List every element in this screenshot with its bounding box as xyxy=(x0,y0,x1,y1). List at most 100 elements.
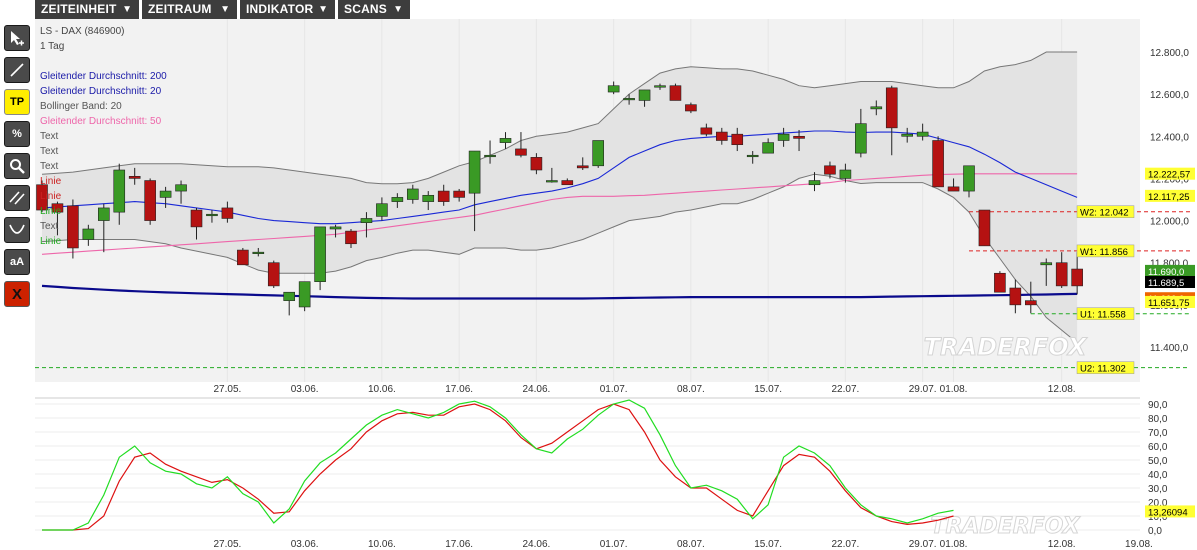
x-tick-label: 17.06. xyxy=(445,384,473,395)
chart-title: LS - DAX (846900) xyxy=(40,26,125,37)
candle-body xyxy=(777,133,790,141)
candle-body xyxy=(175,184,187,192)
candle-body xyxy=(824,165,836,175)
candle-body xyxy=(916,131,929,137)
candle xyxy=(237,247,249,266)
legend-item: Gleitender Durchschnitt: 20 xyxy=(40,86,162,97)
price-label: 11.689,5 xyxy=(1145,275,1195,289)
level-label: W2: 12.042 xyxy=(1076,205,1135,219)
indicator-x-tick-label: 19.08. xyxy=(1125,539,1153,550)
candle-body xyxy=(113,169,126,213)
indicator-watermark-logo: TRADERFOX xyxy=(930,514,1080,539)
candle-body xyxy=(715,131,728,141)
chart-subtitle: 1 Tag xyxy=(40,41,64,52)
candle-body xyxy=(885,87,898,129)
candle-body xyxy=(901,133,914,137)
candle-body xyxy=(128,176,141,179)
candle-body xyxy=(963,165,975,192)
indicator-x-tick-label: 03.06. xyxy=(291,539,319,550)
candle-body xyxy=(237,249,249,266)
x-tick-label: 01.08. xyxy=(940,384,968,395)
price-label-text: 11.689,5 xyxy=(1148,278,1184,289)
indicator-x-tick-label: 15.07. xyxy=(754,539,782,550)
candle-body xyxy=(283,291,296,301)
candle xyxy=(592,140,605,168)
candle-body xyxy=(685,104,697,112)
y-tick-label: 11.400,0 xyxy=(1150,343,1189,354)
candle-body xyxy=(159,190,172,198)
price-label: 12.222,57 xyxy=(1145,167,1195,181)
indicator-x-tick-label: 01.08. xyxy=(940,539,968,550)
candle-body xyxy=(669,85,682,101)
panel-separator xyxy=(35,389,1140,397)
legend-item: Bollinger Band: 20 xyxy=(40,101,122,112)
price-label-text: 12.222,57 xyxy=(1148,170,1190,181)
candle-body xyxy=(484,154,496,158)
indicator-x-tick-label: 29.07. xyxy=(909,539,937,550)
x-tick-label: 22.07. xyxy=(831,384,859,395)
level-label-text: U2: 11.302 xyxy=(1080,364,1126,375)
indicator-y-tick: 80,0 xyxy=(1148,414,1168,425)
price-label-text: 11.651,75 xyxy=(1148,298,1190,309)
x-tick-label: 27.05. xyxy=(213,384,241,395)
indicator-y-tick: 90,0 xyxy=(1148,400,1168,411)
candle xyxy=(298,281,311,312)
candle-body xyxy=(654,85,666,88)
candle xyxy=(932,136,944,188)
candle-body xyxy=(932,140,944,188)
indicator-x-tick-label: 01.07. xyxy=(600,539,628,550)
indicator-x-tick-label: 17.06. xyxy=(445,539,473,550)
y-tick-label: 12.600,0 xyxy=(1150,90,1189,101)
candle-body xyxy=(746,154,759,158)
x-tick-label: 15.07. xyxy=(754,384,782,395)
candle-body xyxy=(499,138,512,143)
legend-item: Text xyxy=(40,161,59,172)
y-tick-label: 12.400,0 xyxy=(1150,132,1189,143)
candle-body xyxy=(190,209,203,228)
x-tick-label: 12.08. xyxy=(1048,384,1076,395)
indicator-x-tick-label: 12.08. xyxy=(1048,539,1076,550)
legend-item: Text xyxy=(40,146,59,157)
candle-body xyxy=(98,207,110,221)
candle-body xyxy=(376,203,388,217)
candle-body xyxy=(437,190,450,202)
x-tick-label: 08.07. xyxy=(677,384,705,395)
indicator-x-tick-label: 10.06. xyxy=(368,539,396,550)
indicator-y-tick: 0,0 xyxy=(1148,526,1162,537)
indicator-y-tick: 50,0 xyxy=(1148,456,1168,467)
candle-body xyxy=(1040,262,1053,266)
candle-body xyxy=(345,230,357,245)
candle-body xyxy=(144,180,156,221)
candle-body xyxy=(360,218,373,223)
candle-body xyxy=(221,207,234,219)
legend-item: Linie xyxy=(40,236,62,247)
x-tick-label: 29.07. xyxy=(909,384,937,395)
indicator-x-tick-label: 22.07. xyxy=(831,539,859,550)
candle xyxy=(978,209,991,247)
x-tick-label: 24.06. xyxy=(522,384,550,395)
candle-body xyxy=(515,148,527,156)
y-tick-label: 12.800,0 xyxy=(1150,48,1189,59)
candle-body xyxy=(793,135,805,139)
indicator-x-tick-label: 08.07. xyxy=(677,539,705,550)
candle-body xyxy=(592,140,605,167)
candle-body xyxy=(206,213,218,217)
candle-body xyxy=(839,169,852,179)
candle xyxy=(314,226,326,291)
indicator-y-tick: 40,0 xyxy=(1148,470,1168,481)
candle-body xyxy=(762,142,774,154)
candle xyxy=(144,178,156,225)
legend-item: Linie xyxy=(40,191,62,202)
candle-body xyxy=(329,226,342,230)
candle-body xyxy=(808,180,821,186)
indicator-y-tick: 70,0 xyxy=(1148,428,1168,439)
indicator-y-tick: 60,0 xyxy=(1148,442,1168,453)
level-label-text: W2: 12.042 xyxy=(1080,208,1129,219)
x-tick-label: 01.07. xyxy=(600,384,628,395)
legend-item: Linie xyxy=(40,176,62,187)
legend-item: Linie xyxy=(40,206,62,217)
candle xyxy=(994,271,1006,293)
x-tick-label: 10.06. xyxy=(368,384,396,395)
level-label: W1: 11.856 xyxy=(1076,244,1135,258)
level-label-text: W1: 11.856 xyxy=(1080,247,1128,258)
